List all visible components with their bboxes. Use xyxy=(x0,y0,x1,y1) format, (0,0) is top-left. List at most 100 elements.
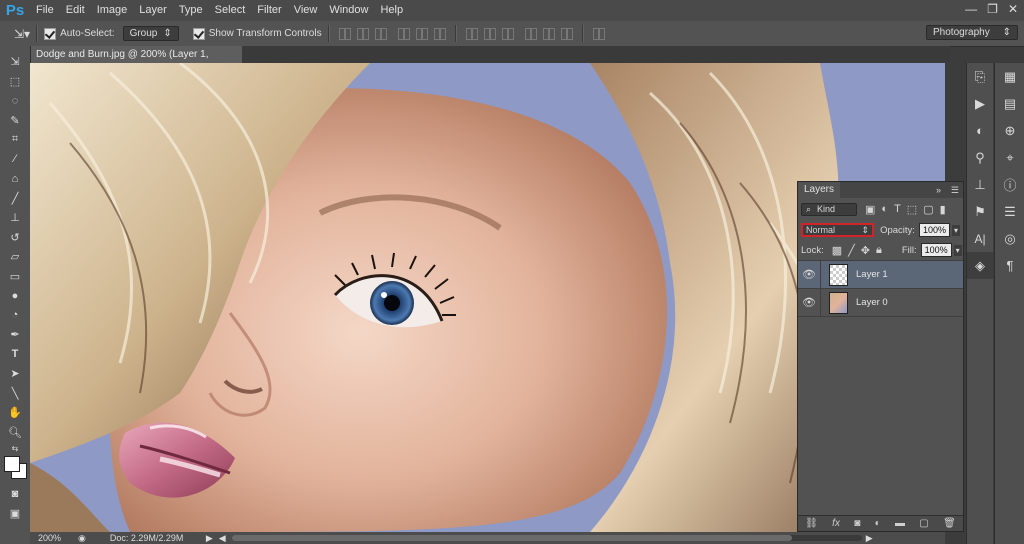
history-brush-tool-icon[interactable]: ↺ xyxy=(0,228,30,248)
type-tool-icon[interactable]: T xyxy=(0,345,30,365)
move-tool-icon[interactable]: ⇲ xyxy=(0,52,30,72)
status-menu-arrow-icon[interactable]: ▶ xyxy=(206,533,213,544)
fill-input[interactable]: 100% xyxy=(920,243,952,257)
opacity-input[interactable]: 100% xyxy=(918,223,950,237)
horizontal-scrollbar[interactable] xyxy=(231,535,862,541)
distribute-vcenter-icon[interactable] xyxy=(483,27,496,40)
layers-tab[interactable]: Layers xyxy=(798,182,841,198)
menu-file[interactable]: File xyxy=(30,0,60,21)
layer-name[interactable]: Layer 1 xyxy=(856,269,888,280)
marquee-tool-icon[interactable]: ⬚ xyxy=(0,72,30,92)
align-left-icon[interactable] xyxy=(397,27,410,40)
filter-pixel-icon[interactable]: ▣ xyxy=(865,203,875,216)
dodge-tool-icon[interactable]: ◔ xyxy=(0,306,30,326)
lock-all-icon[interactable]: 🔒︎ xyxy=(876,244,882,257)
pen-tool-icon[interactable]: ✒ xyxy=(0,325,30,345)
layer-name[interactable]: Layer 0 xyxy=(856,297,888,308)
mask-icon[interactable]: ◙ xyxy=(854,518,860,529)
eyedropper-tool-icon[interactable]: ⁄ xyxy=(0,150,30,170)
align-right-icon[interactable] xyxy=(433,27,446,40)
layer-row[interactable]: 👁︎ Layer 0 xyxy=(798,289,963,317)
channels-icon[interactable]: ◎ xyxy=(995,225,1024,252)
filter-type-icon[interactable]: T xyxy=(894,203,901,215)
crop-tool-icon[interactable]: ⌗ xyxy=(0,130,30,150)
filter-toggle-icon[interactable]: ▮ xyxy=(940,203,946,216)
blend-mode-dropdown[interactable]: Normal ⇕ xyxy=(801,223,875,237)
menu-view[interactable]: View xyxy=(288,0,324,21)
minimize-icon[interactable]: — xyxy=(965,2,977,16)
history-icon[interactable]: ⎘ xyxy=(967,63,993,90)
adjustment-icon[interactable]: ◐ xyxy=(875,518,881,529)
move-tool-preset-icon[interactable]: ⇲▾ xyxy=(14,27,30,41)
tool-presets-icon[interactable]: ⚑ xyxy=(967,198,993,225)
distribute-right-icon[interactable] xyxy=(560,27,573,40)
styles-icon[interactable]: ⊕ xyxy=(995,117,1024,144)
color-swatches[interactable] xyxy=(0,454,30,484)
auto-select-checkbox[interactable] xyxy=(44,27,57,40)
close-icon[interactable]: ✕ xyxy=(1008,2,1018,16)
panel-menu-icon[interactable]: ☰ xyxy=(951,185,959,196)
align-bottom-icon[interactable] xyxy=(374,27,387,40)
scroll-left-icon[interactable]: ◀ xyxy=(219,533,226,544)
layer-row[interactable]: 👁︎ Layer 1 xyxy=(798,261,963,289)
quick-mask-icon[interactable]: ◙ xyxy=(0,484,30,504)
lock-transparent-icon[interactable]: ▩ xyxy=(832,244,842,257)
foreground-color-swatch[interactable] xyxy=(4,456,20,472)
trash-icon[interactable]: 🗑︎ xyxy=(943,518,956,529)
menu-edit[interactable]: Edit xyxy=(60,0,91,21)
collapse-icon[interactable]: » xyxy=(936,185,941,195)
distribute-bottom-icon[interactable] xyxy=(501,27,514,40)
navigator-icon[interactable]: ⌖ xyxy=(995,144,1024,171)
lasso-tool-icon[interactable]: ◌ xyxy=(0,91,30,111)
visibility-eye-icon[interactable]: 👁︎ xyxy=(798,289,821,316)
clone-source-icon[interactable]: ⊥ xyxy=(967,171,993,198)
gradient-tool-icon[interactable]: ▭ xyxy=(0,267,30,287)
align-top-icon[interactable] xyxy=(338,27,351,40)
line-tool-icon[interactable]: ╲ xyxy=(0,384,30,404)
quick-select-tool-icon[interactable]: ✎ xyxy=(0,111,30,131)
visibility-eye-icon[interactable]: 👁︎ xyxy=(798,261,821,288)
healing-brush-tool-icon[interactable]: ⌂ xyxy=(0,169,30,189)
scrollbar-thumb[interactable] xyxy=(231,535,792,541)
menu-layer[interactable]: Layer xyxy=(133,0,173,21)
show-transform-checkbox[interactable] xyxy=(192,27,205,40)
actions-play-icon[interactable]: ▶ xyxy=(967,90,993,117)
restore-icon[interactable]: ❐ xyxy=(987,2,998,16)
screen-mode-icon[interactable]: ▣ xyxy=(0,504,30,524)
menu-select[interactable]: Select xyxy=(209,0,252,21)
swatches-icon[interactable]: ▤ xyxy=(995,90,1024,117)
properties-icon[interactable]: ☰ xyxy=(995,198,1024,225)
filter-shape-icon[interactable]: ⬚ xyxy=(907,203,917,216)
distribute-left-icon[interactable] xyxy=(524,27,537,40)
path-select-tool-icon[interactable]: ➤ xyxy=(0,364,30,384)
clone-stamp-tool-icon[interactable]: ⊥ xyxy=(0,208,30,228)
brush-presets-icon[interactable]: ⚲ xyxy=(967,144,993,171)
paragraph-icon[interactable]: ¶ xyxy=(995,252,1024,279)
link-icon[interactable]: ⛓ xyxy=(805,518,818,529)
menu-type[interactable]: Type xyxy=(173,0,209,21)
workspace-dropdown[interactable]: Photography ⇕ xyxy=(926,25,1018,40)
filter-kind-dropdown[interactable]: ⌕ Kind xyxy=(801,202,857,216)
brush-tool-icon[interactable]: ╱ xyxy=(0,189,30,209)
distribute-hcenter-icon[interactable] xyxy=(542,27,555,40)
lock-pixels-icon[interactable]: ╱ xyxy=(848,244,855,257)
align-vcenter-icon[interactable] xyxy=(356,27,369,40)
color-icon[interactable]: ▦ xyxy=(995,63,1024,90)
scroll-right-icon[interactable]: ▶ xyxy=(866,533,873,544)
zoom-tool-icon[interactable]: 🔍︎ xyxy=(0,423,30,443)
eraser-tool-icon[interactable]: ▱ xyxy=(0,247,30,267)
auto-align-icon[interactable] xyxy=(592,27,605,40)
menu-image[interactable]: Image xyxy=(91,0,134,21)
filter-adjustment-icon[interactable]: ◐ xyxy=(881,203,888,215)
lock-position-icon[interactable]: ✥ xyxy=(861,244,870,257)
menu-filter[interactable]: Filter xyxy=(251,0,287,21)
swap-colors-icon[interactable]: ⇆ xyxy=(0,442,30,454)
layers-panel-icon[interactable]: ◈ xyxy=(967,252,993,279)
folder-icon[interactable]: ▬ xyxy=(895,518,905,529)
info-icon[interactable]: ⓘ xyxy=(995,171,1024,198)
hand-tool-icon[interactable]: ✋ xyxy=(0,403,30,423)
document-tab[interactable]: Dodge and Burn.jpg @ 200% (Layer 1, RGB/… xyxy=(30,46,242,77)
zoom-level[interactable]: 200% xyxy=(30,533,68,543)
align-hcenter-icon[interactable] xyxy=(415,27,428,40)
blur-tool-icon[interactable]: ● xyxy=(0,286,30,306)
